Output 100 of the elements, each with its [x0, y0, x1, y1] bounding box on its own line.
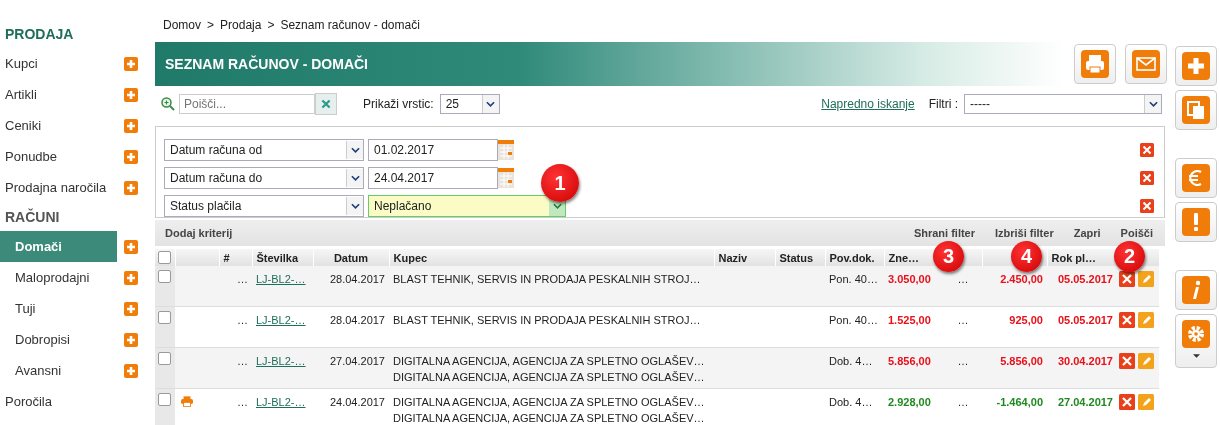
caret-icon — [1192, 354, 1200, 358]
table-cell: 3.050,00 — [884, 266, 944, 307]
search-icon[interactable] — [160, 96, 176, 112]
table-cell-text: BLAST TEHNIK, SERVIS IN PRODAJA PESKALNIH STROJ… — [393, 313, 702, 328]
column-header[interactable]: Status — [775, 249, 825, 266]
edit-icon[interactable] — [1138, 312, 1155, 328]
clear-button[interactable] — [315, 93, 337, 115]
row-checkbox[interactable] — [158, 393, 171, 406]
date-field[interactable]: 24.04.2017 — [368, 167, 498, 189]
column-header[interactable]: Kupec — [389, 249, 714, 266]
value-select[interactable]: Neplačano — [368, 195, 566, 217]
column-header[interactable]: Številka — [252, 249, 313, 266]
add-icon[interactable] — [124, 363, 138, 378]
row-checkbox[interactable] — [158, 311, 171, 324]
breadcrumb-link[interactable]: Prodaja — [220, 18, 262, 36]
sidebar-item[interactable]: Ceniki — [0, 110, 112, 141]
date-field[interactable]: 01.02.2017 — [368, 139, 498, 161]
print-button[interactable] — [1074, 44, 1116, 84]
copy-button[interactable] — [1175, 90, 1217, 130]
edit-icon[interactable] — [1138, 353, 1155, 369]
table-cell: Dob. 4… — [825, 388, 884, 425]
add-icon[interactable] — [124, 180, 138, 195]
remove-icon[interactable] — [1140, 171, 1154, 185]
sidebar-item[interactable]: Dobropisi — [0, 324, 112, 355]
column-header[interactable]: Naziv — [714, 249, 775, 266]
add-icon[interactable] — [124, 149, 138, 164]
sidebar-item[interactable]: Prodajna naročila — [0, 172, 112, 203]
add-criterion-link[interactable]: Dodaj kriterij — [165, 227, 233, 239]
close-icon — [320, 98, 332, 110]
info-button[interactable] — [1175, 270, 1217, 310]
select-all-checkbox[interactable] — [158, 251, 171, 264]
remove-icon[interactable] — [1140, 143, 1154, 157]
table-cell: 28.04.2017 — [313, 266, 389, 307]
sidebar-item[interactable]: Avansni — [0, 355, 112, 386]
row-checkbox[interactable] — [158, 352, 171, 365]
rows-select[interactable]: 25 — [439, 94, 500, 114]
sidebar-item[interactable]: Ponudbe — [0, 141, 112, 172]
page-title: SEZNAM RAČUNOV - DOMAČI — [164, 56, 368, 72]
edit-icon[interactable] — [1138, 394, 1155, 410]
table-cell: … — [944, 306, 982, 348]
criterion-select[interactable]: Datum računa do — [164, 167, 364, 189]
criterion-select[interactable]: Status plačila — [164, 195, 364, 217]
filter-action-link[interactable]: Zapri — [1073, 227, 1101, 239]
euro-button[interactable] — [1175, 158, 1217, 198]
add-icon[interactable] — [124, 301, 138, 316]
sidebar-item[interactable]: Tuji — [0, 293, 112, 324]
caret-icon — [350, 147, 360, 153]
delete-icon[interactable] — [1119, 312, 1135, 328]
add-icon[interactable] — [124, 87, 138, 102]
filter-action-link[interactable]: Shrani filter — [913, 227, 975, 239]
delete-icon[interactable] — [1119, 353, 1135, 369]
filter-action-link[interactable]: Poišči — [1120, 227, 1153, 239]
table-cell: 1.525,00 — [884, 306, 944, 348]
advanced-search-link[interactable]: Napredno iskanje — [821, 97, 915, 111]
column-header[interactable]: # — [219, 249, 252, 266]
invoice-link[interactable]: LJ-BL2-… — [256, 396, 306, 408]
caret-icon — [552, 203, 562, 209]
settings-button[interactable] — [1175, 314, 1217, 368]
table-cell-text: DIGITALNA AGENCIJA, AGENCIJA ZA SPLETNO OGLAŠEV… DIGITALNA AGENCIJA, AGENCIJA ZA SPLETNO OGLAŠEV… — [393, 354, 706, 385]
row-checkbox[interactable] — [158, 270, 171, 283]
add-button[interactable] — [1175, 46, 1217, 86]
filters-select[interactable]: ----- — [964, 94, 1162, 114]
sidebar-item[interactable]: Domači — [0, 231, 117, 262]
search-field[interactable]: Poišči... — [179, 94, 315, 114]
filter-action-link[interactable]: Izbriši filter — [995, 227, 1054, 239]
table-cell: 2.928,00 — [884, 388, 944, 425]
table-cell: 05.05.2017 — [1047, 306, 1117, 348]
breadcrumb-link[interactable]: Domov — [163, 18, 201, 36]
sidebar-heading: PRODAJA — [4, 25, 75, 44]
warning-button[interactable] — [1175, 202, 1217, 242]
caret-icon — [350, 203, 360, 209]
sidebar-item[interactable]: Poročila — [0, 386, 112, 417]
add-icon[interactable] — [124, 118, 138, 133]
column-header[interactable]: Datum — [313, 249, 389, 266]
add-icon[interactable] — [124, 332, 138, 347]
sidebar-item[interactable]: Kupci — [0, 48, 112, 79]
table-cell-text: BLAST TEHNIK, SERVIS IN PRODAJA PESKALNIH STROJ… — [393, 272, 702, 287]
sidebar-item[interactable]: Maloprodajni — [0, 262, 112, 293]
invoice-link[interactable]: LJ-BL2-… — [256, 314, 306, 326]
table-cell: 30.04.2017 — [1047, 347, 1117, 389]
table-cell: 28.04.2017 — [313, 306, 389, 348]
delete-icon[interactable] — [1119, 394, 1135, 410]
breadcrumb-link[interactable]: Seznam računov - domači — [280, 18, 420, 36]
table-cell: … — [219, 388, 252, 425]
add-icon[interactable] — [124, 270, 138, 285]
column-header[interactable]: Pov.dok. — [825, 249, 884, 266]
add-icon[interactable] — [124, 239, 138, 254]
email-button[interactable] — [1125, 44, 1167, 84]
criterion-select[interactable]: Datum računa od — [164, 139, 364, 161]
sidebar-item[interactable]: Artikli — [0, 79, 112, 110]
add-icon[interactable] — [124, 56, 138, 71]
caret-icon — [350, 175, 360, 181]
delete-icon[interactable] — [1119, 271, 1135, 287]
calendar-icon[interactable] — [498, 168, 514, 188]
callout-badge: 1 — [541, 164, 579, 202]
table-cell: Dob. 4… — [825, 347, 884, 389]
table-cell: … — [219, 266, 252, 307]
calendar-icon[interactable] — [498, 140, 514, 160]
remove-icon[interactable] — [1140, 199, 1154, 213]
filters-label: Filtri : — [928, 97, 958, 111]
